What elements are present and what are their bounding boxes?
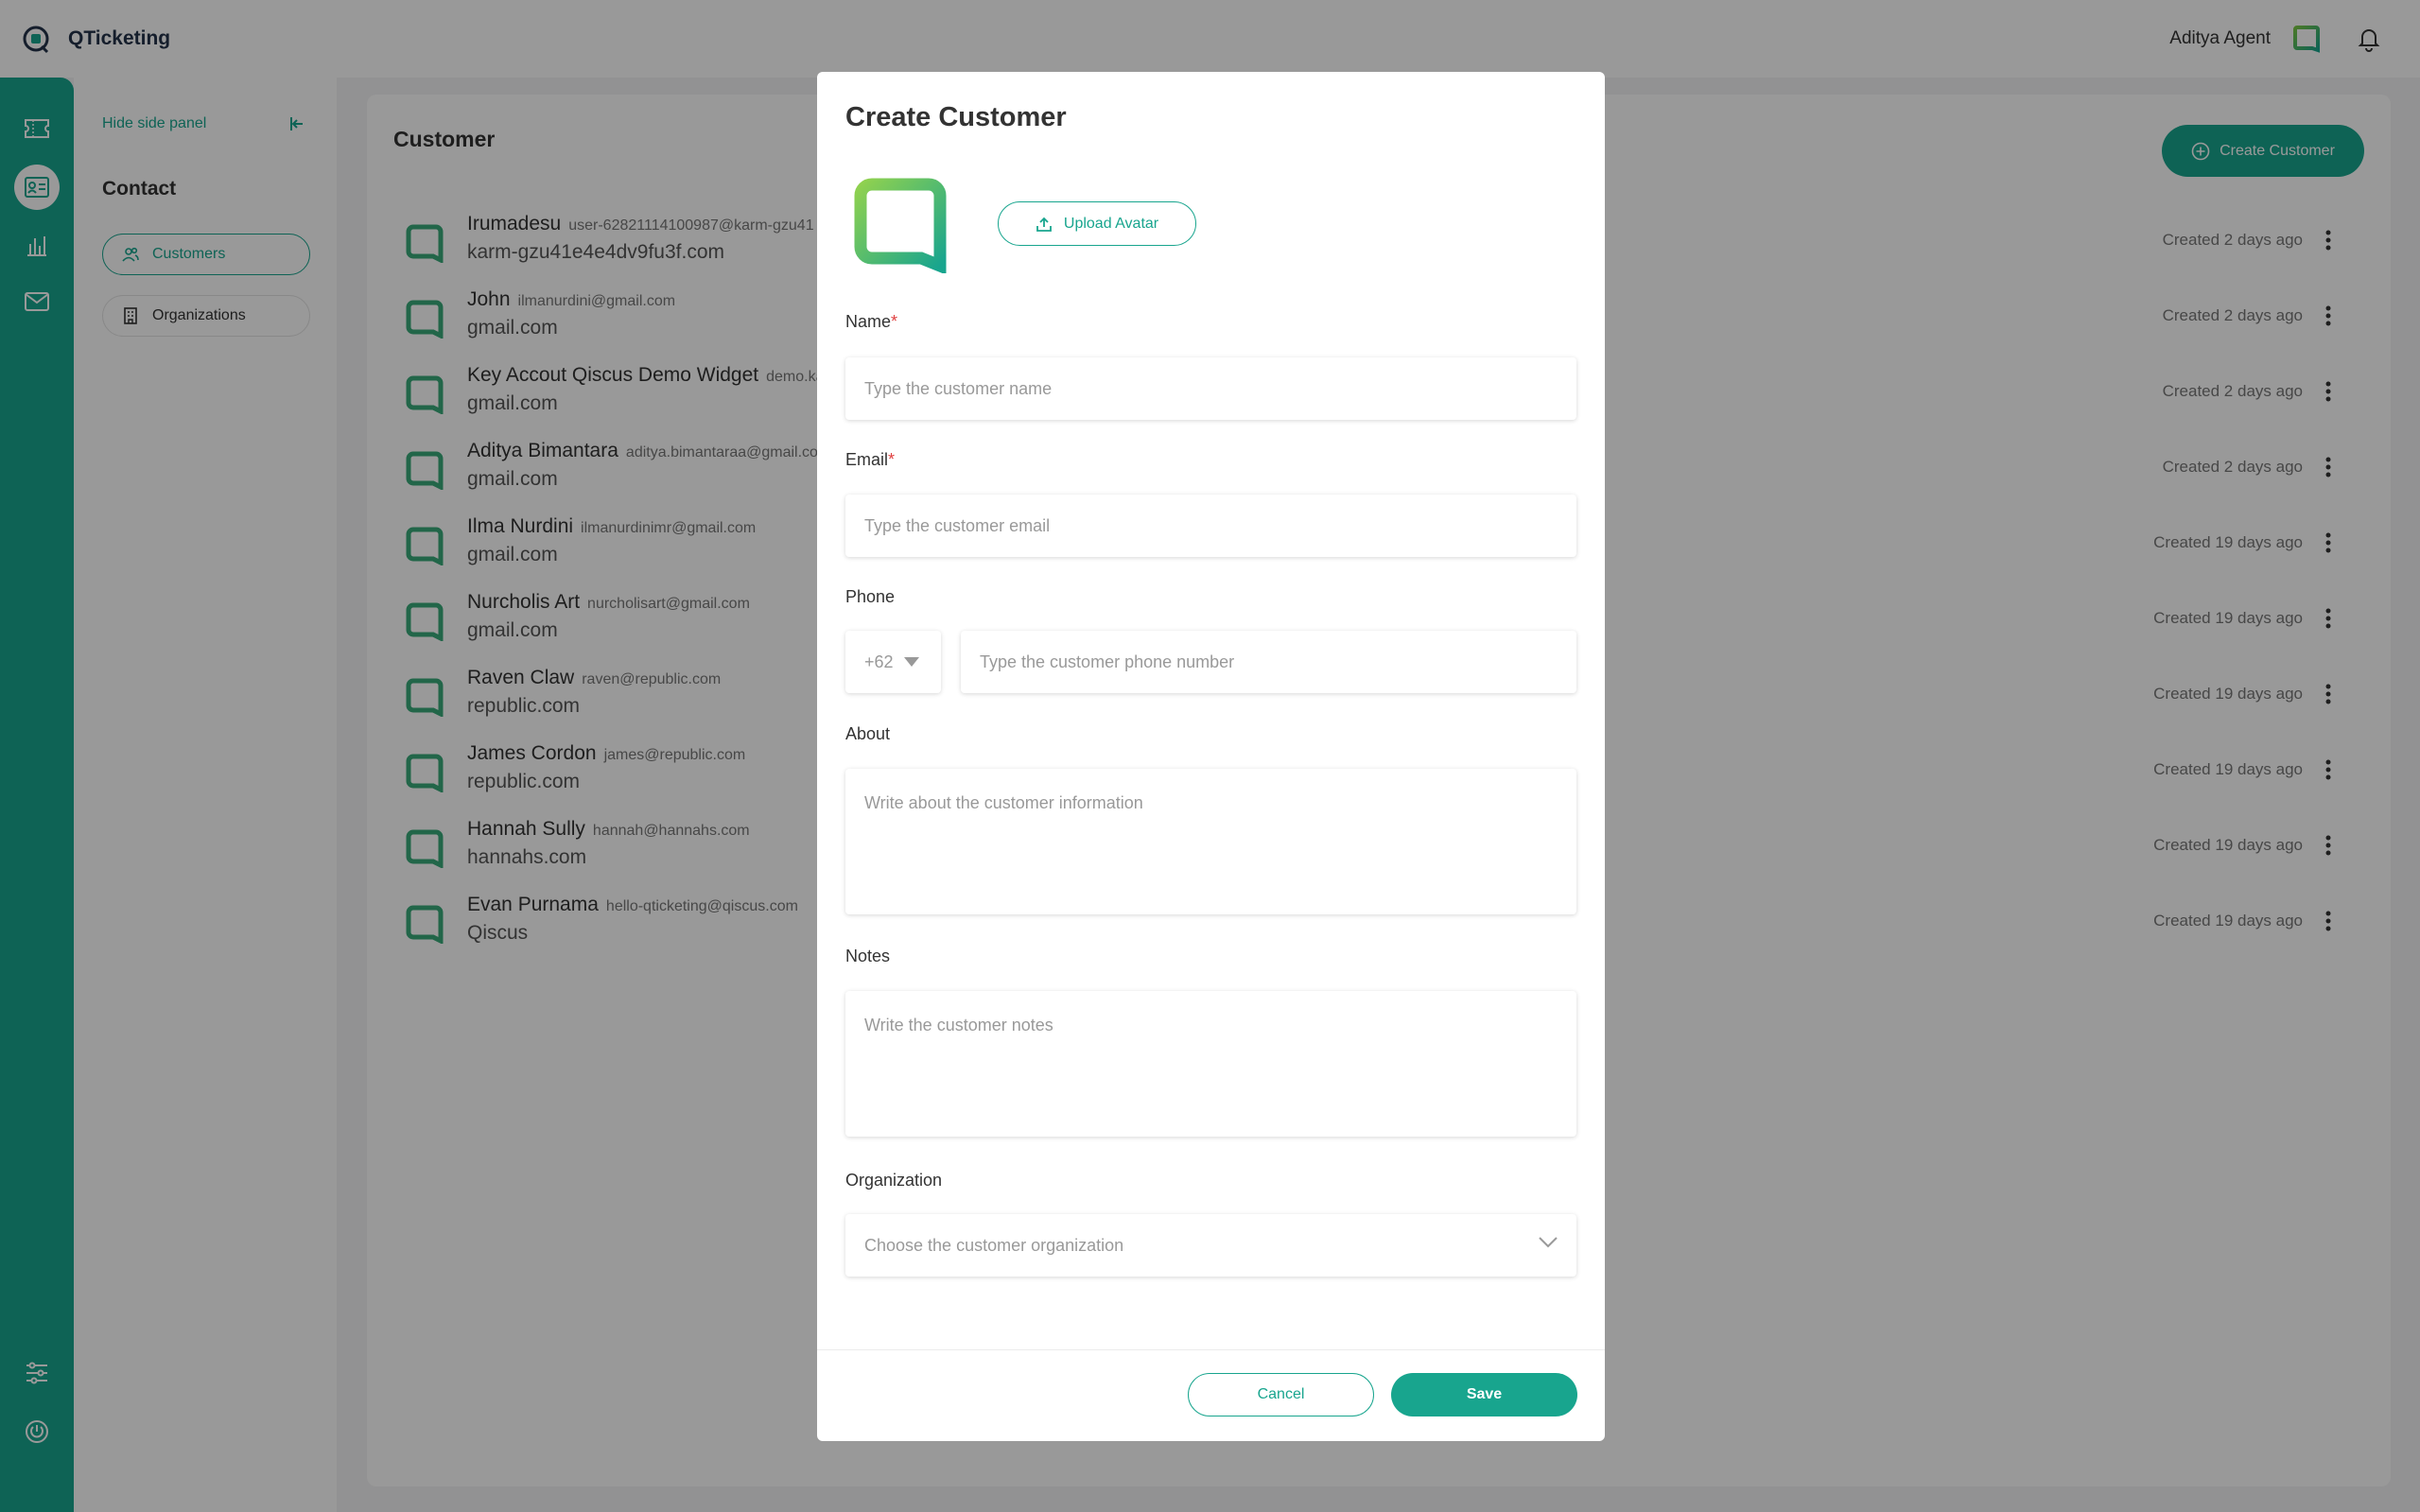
modal-title: Create Customer xyxy=(845,102,1067,132)
save-button[interactable]: Save xyxy=(1391,1373,1577,1416)
name-label: Name* xyxy=(845,312,898,331)
required-mark: * xyxy=(891,312,898,331)
create-customer-modal: Create Customer Upload Avatar Name* Type… xyxy=(817,72,1605,1441)
phone-label: Phone xyxy=(845,587,896,606)
name-input[interactable]: Type the customer name xyxy=(845,357,1576,420)
caret-down-icon xyxy=(903,657,919,667)
about-textarea[interactable]: Write about the customer information xyxy=(845,769,1576,914)
about-label: About xyxy=(845,724,891,743)
customer-avatar-preview xyxy=(854,178,947,273)
organization-select[interactable]: Choose the customer organization xyxy=(845,1214,1576,1277)
upload-avatar-label: Upload Avatar xyxy=(1063,215,1159,232)
email-input[interactable]: Type the customer email xyxy=(845,495,1576,557)
upload-avatar-button[interactable]: Upload Avatar xyxy=(998,201,1196,246)
phone-input[interactable]: Type the customer phone number xyxy=(961,631,1576,693)
email-label: Email* xyxy=(845,450,896,469)
organization-label: Organization xyxy=(845,1171,943,1190)
notes-textarea[interactable]: Write the customer notes xyxy=(845,991,1576,1137)
modal-footer: Cancel Save xyxy=(817,1349,1605,1441)
notes-label: Notes xyxy=(845,947,891,965)
required-mark: * xyxy=(888,450,896,469)
cancel-button[interactable]: Cancel xyxy=(1188,1373,1374,1416)
chevron-down-icon xyxy=(1539,1237,1558,1248)
phone-country-code-select[interactable]: +62 xyxy=(845,631,941,693)
upload-icon xyxy=(1036,217,1052,232)
